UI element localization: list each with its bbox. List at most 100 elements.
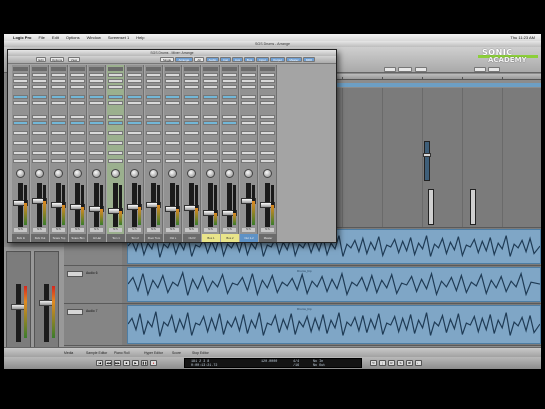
tab-score[interactable]: Score xyxy=(172,351,181,355)
insert-slot[interactable] xyxy=(222,79,237,83)
insert-slot[interactable] xyxy=(241,73,256,77)
insert-slot[interactable] xyxy=(70,85,85,89)
tab-audio[interactable]: Audio xyxy=(206,57,219,62)
strip-settings[interactable] xyxy=(89,67,104,71)
channel-strip[interactable]: M S Snare Btm xyxy=(69,65,87,242)
insert-slot[interactable] xyxy=(203,95,218,99)
insert-slot[interactable] xyxy=(203,151,218,155)
insert-slot[interactable] xyxy=(222,115,237,119)
pan-knob[interactable] xyxy=(187,169,196,178)
strip-name[interactable]: Floor Tom xyxy=(145,234,163,242)
automation-fader[interactable] xyxy=(470,189,476,225)
mute-solo-buttons[interactable]: M S xyxy=(166,228,179,232)
insert-slot[interactable] xyxy=(146,131,161,135)
strip-name[interactable]: Master xyxy=(259,234,277,242)
insert-slot[interactable] xyxy=(70,79,85,83)
insert-slot[interactable] xyxy=(241,121,256,125)
mute-solo-buttons[interactable]: M S xyxy=(261,228,274,232)
insert-slot[interactable] xyxy=(89,115,104,119)
insert-slot[interactable] xyxy=(32,73,47,77)
insert-slot[interactable] xyxy=(89,85,104,89)
insert-slot[interactable] xyxy=(184,95,199,99)
insert-slot[interactable] xyxy=(127,95,142,99)
volume-fader[interactable] xyxy=(208,183,213,227)
mute-solo-buttons[interactable]: M S xyxy=(109,228,122,232)
insert-slot[interactable] xyxy=(51,141,66,145)
sync-button[interactable]: ⇄ xyxy=(406,360,413,366)
insert-slot[interactable] xyxy=(89,73,104,77)
channel-strip[interactable]: M S Master xyxy=(259,65,277,242)
insert-slot[interactable] xyxy=(51,101,66,105)
inspector-fader[interactable] xyxy=(44,284,49,342)
channel-strip[interactable]: M S Kick Out xyxy=(31,65,49,242)
strip-name[interactable]: Hi Hat xyxy=(88,234,106,242)
insert-slot[interactable] xyxy=(184,131,199,135)
insert-slot[interactable] xyxy=(203,101,218,105)
insert-slot[interactable] xyxy=(222,73,237,77)
insert-slot[interactable] xyxy=(32,151,47,155)
insert-slot[interactable] xyxy=(146,121,161,125)
channel-strip[interactable]: M S Snare Top xyxy=(50,65,68,242)
insert-slot[interactable] xyxy=(89,131,104,135)
strip-settings[interactable] xyxy=(146,67,161,71)
insert-slot[interactable] xyxy=(89,159,104,163)
tab-output[interactable]: Output xyxy=(270,57,285,62)
strip-settings[interactable] xyxy=(241,67,256,71)
insert-slot[interactable] xyxy=(13,131,28,135)
insert-slot[interactable] xyxy=(241,141,256,145)
insert-slot[interactable] xyxy=(13,159,28,163)
toolbar-button[interactable] xyxy=(488,67,500,72)
solo-button[interactable]: S xyxy=(397,360,404,366)
channel-strip[interactable]: M S Out 1-2 xyxy=(240,65,258,242)
insert-slot[interactable] xyxy=(165,95,180,99)
insert-slot[interactable] xyxy=(222,141,237,145)
insert-slot[interactable] xyxy=(32,79,47,83)
insert-slot[interactable] xyxy=(32,131,47,135)
strip-settings[interactable] xyxy=(127,67,142,71)
strip-settings[interactable] xyxy=(32,67,47,71)
insert-slot[interactable] xyxy=(70,95,85,99)
mute-solo-buttons[interactable]: M S xyxy=(223,228,236,232)
insert-slot[interactable] xyxy=(89,95,104,99)
mixer-view-menu[interactable]: View xyxy=(68,57,80,62)
pan-knob[interactable] xyxy=(73,169,82,178)
insert-slot[interactable] xyxy=(241,151,256,155)
volume-fader[interactable] xyxy=(246,183,251,227)
insert-slot[interactable] xyxy=(146,85,161,89)
audio-region[interactable]: Drums_bip xyxy=(127,305,541,344)
tab-master[interactable]: Master xyxy=(286,57,302,62)
insert-slot[interactable] xyxy=(203,159,218,163)
track-lane[interactable]: Drums_bip xyxy=(122,266,541,304)
audio-region[interactable]: Drums_bip xyxy=(127,267,541,302)
insert-slot[interactable] xyxy=(51,115,66,119)
insert-slot[interactable] xyxy=(222,121,237,125)
strip-name[interactable]: Snare Btm xyxy=(69,234,87,242)
insert-slot[interactable] xyxy=(222,131,237,135)
record-button[interactable]: ● xyxy=(150,360,157,366)
pan-knob[interactable] xyxy=(263,169,272,178)
mute-solo-buttons[interactable]: M S xyxy=(71,228,84,232)
insert-slot[interactable] xyxy=(51,159,66,163)
strip-settings[interactable] xyxy=(203,67,218,71)
insert-slot[interactable] xyxy=(241,79,256,83)
tab-piano-roll[interactable]: Piano Roll xyxy=(114,351,129,355)
toolbar-button[interactable] xyxy=(398,67,412,72)
insert-slot[interactable] xyxy=(146,79,161,83)
insert-slot[interactable] xyxy=(165,85,180,89)
toolbar-button[interactable] xyxy=(384,67,396,72)
strip-name[interactable]: Bus 1 xyxy=(202,234,220,242)
stop-button[interactable]: ■ xyxy=(123,360,130,366)
channel-strip[interactable]: M S Floor Tom xyxy=(145,65,163,242)
insert-slot[interactable] xyxy=(146,141,161,145)
insert-slot[interactable] xyxy=(70,159,85,163)
insert-slot[interactable] xyxy=(165,131,180,135)
menu-window[interactable]: Window xyxy=(87,35,101,40)
insert-slot[interactable] xyxy=(127,85,142,89)
insert-slot[interactable] xyxy=(108,159,123,163)
insert-slot[interactable] xyxy=(146,159,161,163)
insert-slot[interactable] xyxy=(13,141,28,145)
menu-app[interactable]: Logic Pro xyxy=(13,35,31,40)
insert-slot[interactable] xyxy=(260,131,275,135)
volume-fader[interactable] xyxy=(37,183,42,227)
tab-stop-editor[interactable]: Stop Editor xyxy=(192,351,209,355)
